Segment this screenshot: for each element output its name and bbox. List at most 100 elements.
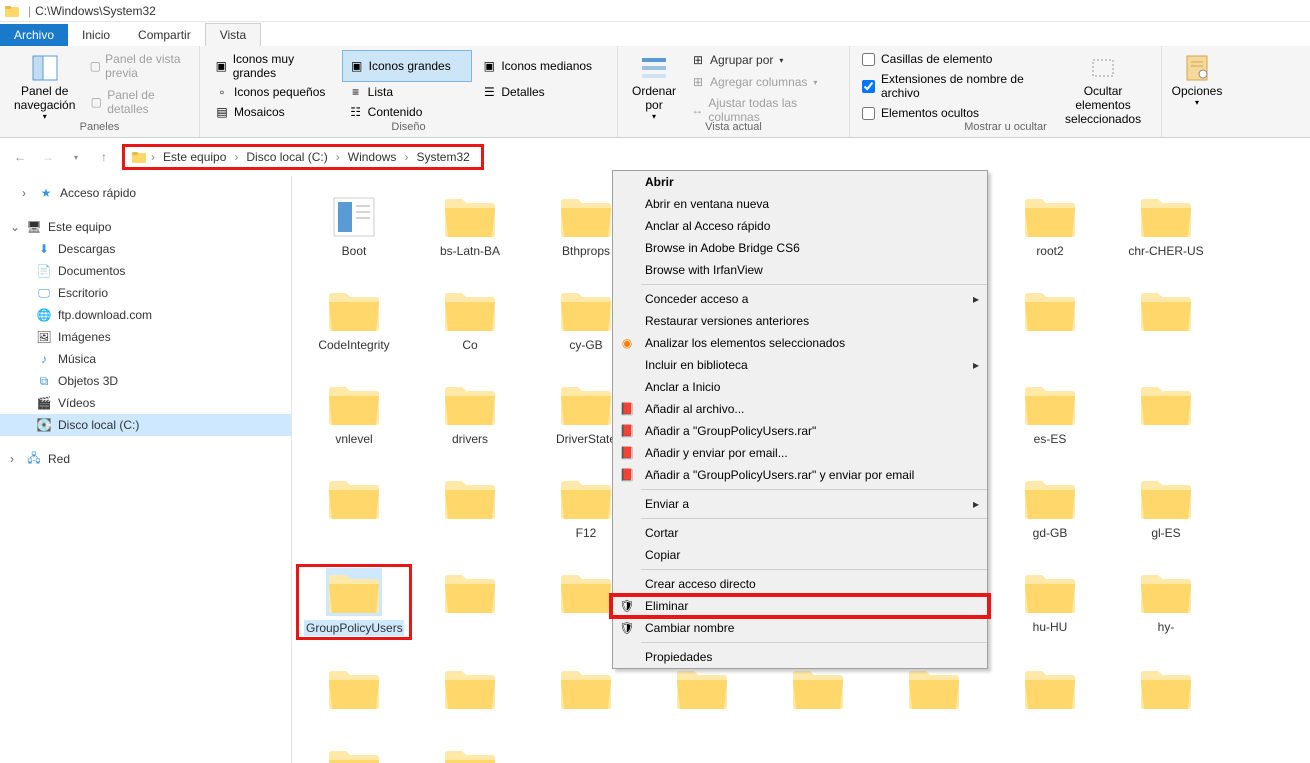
folder-item[interactable] — [764, 664, 872, 716]
folder-item[interactable]: es-ES — [996, 380, 1104, 446]
folder-item[interactable]: GroupPolicyUsers — [300, 568, 408, 636]
folder-item[interactable] — [300, 474, 408, 540]
folder-item[interactable]: gd-GB — [996, 474, 1104, 540]
ctx-rar3[interactable]: 📕Añadir y enviar por email... — [613, 442, 987, 464]
folder-item[interactable] — [648, 664, 756, 716]
folder-item[interactable] — [996, 664, 1104, 716]
folder-item[interactable]: vnlevel — [300, 380, 408, 446]
ctx-analizar[interactable]: ◉Analizar los elementos seleccionados — [613, 332, 987, 354]
sidebar-acceso-rapido[interactable]: ›★Acceso rápido — [0, 182, 291, 204]
folder-item[interactable]: root2 — [996, 192, 1104, 258]
recent-button[interactable]: ▾ — [66, 147, 86, 167]
ctx-rar4[interactable]: 📕Añadir a "GroupPolicyUsers.rar" y envia… — [613, 464, 987, 486]
tab-archivo[interactable]: Archivo — [0, 24, 68, 46]
tab-vista[interactable]: Vista — [205, 23, 261, 46]
up-button[interactable]: ↑ — [94, 147, 114, 167]
ctx-biblioteca[interactable]: Incluir en biblioteca▸ — [613, 354, 987, 376]
folder-item[interactable]: Boot — [300, 192, 408, 258]
folder-item[interactable] — [416, 568, 524, 636]
casillas-checkbox[interactable]: Casillas de elemento — [858, 50, 1049, 68]
crumb-equipo[interactable]: Este equipo — [159, 150, 230, 164]
folder-item[interactable] — [1112, 286, 1220, 352]
folder-item[interactable]: hy- — [1112, 568, 1220, 636]
extensiones-checkbox[interactable]: Extensiones de nombre de archivo — [858, 70, 1049, 102]
folder-item[interactable]: drivers — [416, 380, 524, 446]
ctx-conceder[interactable]: Conceder acceso a▸ — [613, 288, 987, 310]
sidebar-musica[interactable]: ♪Música — [0, 348, 291, 370]
sidebar-descargas[interactable]: ⬇Descargas — [0, 238, 291, 260]
ctx-propiedades[interactable]: Propiedades — [613, 646, 987, 668]
folder-item[interactable] — [300, 664, 408, 716]
folder-item[interactable] — [416, 744, 524, 763]
ctx-anclar-rapido[interactable]: Anclar al Acceso rápido — [613, 215, 987, 237]
preview-panel-button[interactable]: ▢Panel de vista previa — [85, 50, 191, 82]
folder-item[interactable] — [880, 664, 988, 716]
chevron-right-icon[interactable]: › — [404, 150, 408, 164]
chevron-down-icon[interactable]: ⌄ — [10, 220, 20, 234]
chevron-right-icon[interactable]: › — [22, 186, 32, 200]
folder-item[interactable]: Co — [416, 286, 524, 352]
sidebar-documentos[interactable]: 📄Documentos — [0, 260, 291, 282]
ctx-abrir[interactable]: Abrir — [613, 171, 987, 193]
tab-inicio[interactable]: Inicio — [68, 24, 124, 46]
folder-item[interactable] — [996, 286, 1104, 352]
chevron-right-icon[interactable]: › — [151, 150, 155, 164]
view-medianos[interactable]: ▣Iconos medianos — [475, 50, 605, 82]
ctx-enviar[interactable]: Enviar a▸ — [613, 493, 987, 515]
folder-icon — [1022, 286, 1078, 334]
tab-compartir[interactable]: Compartir — [124, 24, 205, 46]
agregar-cols-button[interactable]: ⊞Agregar columnas▾ — [686, 72, 841, 92]
ctx-rar2[interactable]: 📕Añadir a "GroupPolicyUsers.rar" — [613, 420, 987, 442]
ordenar-button[interactable]: Ordenar por ▾ — [626, 50, 682, 123]
sidebar-ftp[interactable]: 🌐ftp.download.com — [0, 304, 291, 326]
folder-item[interactable]: hu-HU — [996, 568, 1104, 636]
ctx-cambiar[interactable]: 🛡Cambiar nombre — [613, 617, 987, 639]
folder-item[interactable]: chr-CHER-US — [1112, 192, 1220, 258]
view-detalles[interactable]: ☰Detalles — [475, 82, 605, 102]
ctx-rar1[interactable]: 📕Añadir al archivo... — [613, 398, 987, 420]
folder-item[interactable]: bs-Latn-BA — [416, 192, 524, 258]
folder-item[interactable] — [532, 664, 640, 716]
agrupar-button[interactable]: ⊞Agrupar por▾ — [686, 50, 841, 70]
folder-item[interactable] — [416, 664, 524, 716]
ctx-restaurar[interactable]: Restaurar versiones anteriores — [613, 310, 987, 332]
details-panel-button[interactable]: ▢Panel de detalles — [85, 86, 191, 118]
folder-item[interactable] — [300, 744, 408, 763]
crumb-windows[interactable]: Windows — [344, 150, 401, 164]
view-muy-grandes[interactable]: ▣Iconos muy grandes — [208, 50, 338, 82]
crumb-disco[interactable]: Disco local (C:) — [242, 150, 331, 164]
sidebar-objetos3d[interactable]: ⧉Objetos 3D — [0, 370, 291, 392]
view-lista[interactable]: ≡Lista — [342, 82, 472, 102]
folder-item[interactable] — [416, 474, 524, 540]
folder-item[interactable]: CodeIntegrity — [300, 286, 408, 352]
ctx-anclar-inicio[interactable]: Anclar a Inicio — [613, 376, 987, 398]
ctx-acceso-directo[interactable]: Crear acceso directo — [613, 573, 987, 595]
sidebar-escritorio[interactable]: 🖵Escritorio — [0, 282, 291, 304]
sidebar-imagenes[interactable]: 🖼Imágenes — [0, 326, 291, 348]
sidebar-videos[interactable]: 🎬Vídeos — [0, 392, 291, 414]
ctx-eliminar[interactable]: 🛡Eliminar — [613, 595, 987, 617]
sidebar-red[interactable]: ›🖧Red — [0, 448, 291, 470]
chevron-right-icon[interactable]: › — [336, 150, 340, 164]
ctx-cortar[interactable]: Cortar — [613, 522, 987, 544]
forward-button[interactable]: → — [38, 147, 58, 167]
ctx-ventana-nueva[interactable]: Abrir en ventana nueva — [613, 193, 987, 215]
folder-item[interactable]: gl-ES — [1112, 474, 1220, 540]
back-button[interactable]: ← — [10, 147, 30, 167]
view-grandes[interactable]: ▣Iconos grandes — [342, 50, 472, 82]
nav-panel-button[interactable]: Panel de navegación ▾ — [8, 50, 81, 123]
breadcrumb[interactable]: › Este equipo › Disco local (C:) › Windo… — [122, 144, 484, 170]
folder-item[interactable] — [1112, 664, 1220, 716]
ctx-irfan[interactable]: Browse with IrfanView — [613, 259, 987, 281]
opciones-button[interactable]: Opciones ▾ — [1170, 50, 1224, 114]
chevron-right-icon[interactable]: › — [234, 150, 238, 164]
ocultar-sel-button[interactable]: Ocultar elementos seleccionados — [1053, 50, 1153, 128]
sidebar-este-equipo[interactable]: ⌄🖥Este equipo — [0, 216, 291, 238]
folder-item[interactable] — [1112, 380, 1220, 446]
ctx-copiar[interactable]: Copiar — [613, 544, 987, 566]
chevron-right-icon[interactable]: › — [10, 452, 20, 466]
crumb-system32[interactable]: System32 — [412, 150, 473, 164]
view-pequenos[interactable]: ▫Iconos pequeños — [208, 82, 338, 102]
sidebar-disco-local[interactable]: 💽Disco local (C:) — [0, 414, 291, 436]
ctx-bridge[interactable]: Browse in Adobe Bridge CS6 — [613, 237, 987, 259]
